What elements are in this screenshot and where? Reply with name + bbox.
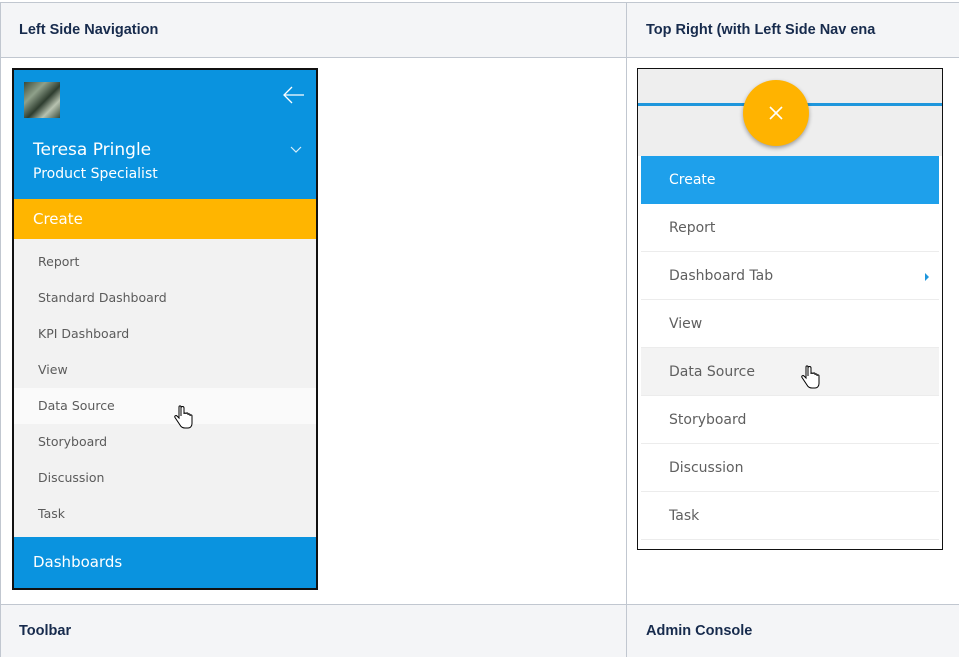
close-create-button[interactable] — [743, 80, 809, 146]
menu-item-report[interactable]: Report — [14, 244, 316, 280]
table-border-header — [0, 57, 959, 58]
footer-cell-left: Toolbar — [0, 605, 626, 657]
menu-item-kpi-dashboard[interactable]: KPI Dashboard — [14, 316, 316, 352]
chevron-down-icon[interactable] — [290, 146, 302, 154]
dropdown-item-task[interactable]: Task — [641, 492, 939, 540]
menu-item-standard-dashboard[interactable]: Standard Dashboard — [14, 280, 316, 316]
hand-pointer-cursor-icon — [174, 405, 193, 429]
menu-item-data-source[interactable]: Data Source — [14, 388, 316, 424]
dropdown-item-data-source[interactable]: Data Source — [641, 348, 939, 396]
dropdown-item-view[interactable]: View — [641, 300, 939, 348]
create-dropdown-list: Report Dashboard Tab View Data Source St… — [641, 204, 939, 540]
top-right-create-menu-panel: Create Report Dashboard Tab View Data So… — [637, 68, 943, 550]
menu-item-storyboard[interactable]: Storyboard — [14, 424, 316, 460]
user-profile-header: Teresa Pringle Product Specialist — [14, 70, 316, 199]
create-section-header[interactable]: Create — [14, 199, 316, 239]
dropdown-item-dashboard-tab-label: Dashboard Tab — [669, 268, 774, 284]
dashboards-section-header[interactable]: Dashboards — [14, 537, 316, 588]
footer-right-label: Admin Console — [646, 623, 753, 639]
dropdown-item-storyboard[interactable]: Storyboard — [641, 396, 939, 444]
dropdown-item-report[interactable]: Report — [641, 204, 939, 252]
hand-pointer-cursor-icon — [801, 365, 820, 389]
submenu-arrow-icon — [925, 273, 929, 281]
arrow-left-icon[interactable] — [282, 85, 306, 105]
footer-cell-right: Admin Console — [627, 605, 959, 657]
avatar[interactable] — [24, 82, 60, 118]
header-right-label: Top Right (with Left Side Nav ena — [646, 22, 876, 38]
table-border-middle — [626, 2, 627, 657]
dropdown-item-discussion[interactable]: Discussion — [641, 444, 939, 492]
menu-item-discussion[interactable]: Discussion — [14, 460, 316, 496]
footer-left-label: Toolbar — [19, 623, 72, 639]
table-border-footer — [0, 604, 959, 605]
user-role: Product Specialist — [33, 166, 158, 182]
header-left-label: Left Side Navigation — [19, 22, 159, 38]
close-icon — [769, 106, 783, 120]
header-cell-left: Left Side Navigation — [0, 3, 626, 57]
table-border-left — [0, 2, 1, 657]
dropdown-item-dashboard-tab[interactable]: Dashboard Tab — [641, 252, 939, 300]
menu-item-task[interactable]: Task — [14, 496, 316, 532]
table-border-top — [0, 2, 959, 3]
left-side-navigation-panel: Teresa Pringle Product Specialist Create… — [12, 68, 318, 590]
create-menu-header[interactable]: Create — [641, 156, 939, 204]
create-menu-list: Report Standard Dashboard KPI Dashboard … — [14, 244, 316, 532]
user-name: Teresa Pringle — [33, 140, 152, 160]
header-cell-right: Top Right (with Left Side Nav ena — [627, 3, 959, 57]
menu-item-view[interactable]: View — [14, 352, 316, 388]
